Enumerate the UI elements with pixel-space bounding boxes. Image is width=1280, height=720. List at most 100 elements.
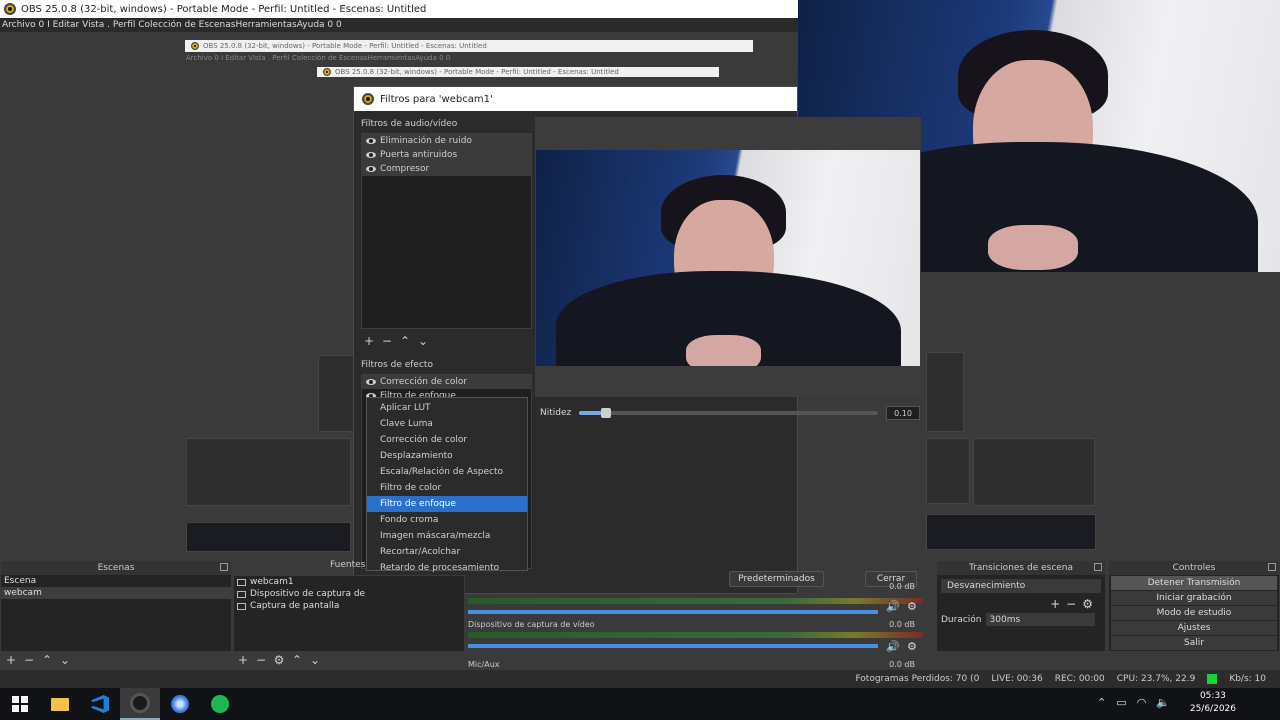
filter-item[interactable]: Corrección de color <box>362 375 531 389</box>
transition-settings-button[interactable]: ⚙ <box>1082 597 1093 611</box>
move-up-button[interactable]: ⌃ <box>41 653 53 667</box>
sharpness-slider[interactable] <box>579 408 878 418</box>
taskbar-obs[interactable] <box>120 688 160 720</box>
obs-logo-icon <box>362 93 374 105</box>
source-properties-button[interactable]: ⚙ <box>273 653 285 667</box>
taskbar-vscode[interactable] <box>80 688 120 720</box>
remove-transition-button[interactable]: − <box>1066 597 1076 611</box>
filter-item[interactable]: Puerta antiruidos <box>362 148 531 162</box>
transition-select[interactable]: Desvanecimiento <box>941 579 1101 593</box>
taskbar-browser[interactable] <box>160 688 200 720</box>
scenes-panel: Escenas Escena webcam <box>0 560 232 652</box>
context-menu-item[interactable]: Recortar/Acolchar <box>367 544 527 560</box>
filter-item[interactable]: Eliminación de ruido <box>362 134 531 148</box>
controls-panel: Controles Detener Transmisión Iniciar gr… <box>1108 560 1280 652</box>
gear-icon[interactable]: ⚙ <box>907 600 917 613</box>
audio-meter <box>468 598 923 604</box>
menu-bar-text[interactable]: Archivo 0 I Editar Vista . Perfil Colecc… <box>2 20 342 30</box>
context-menu-item[interactable]: Imagen máscara/mezcla <box>367 528 527 544</box>
source-label: Dispositivo de captura de <box>250 589 366 599</box>
stream-health-indicator <box>1207 674 1218 684</box>
context-menu-item[interactable]: Escala/Relación de Aspecto <box>367 464 527 480</box>
source-item[interactable]: webcam1 <box>234 576 464 588</box>
move-down-button[interactable]: ⌄ <box>309 653 321 667</box>
duration-input[interactable]: 300ms <box>985 613 1095 626</box>
person-hand <box>988 225 1078 270</box>
network-icon[interactable]: ▭ <box>1116 696 1126 709</box>
filter-label: Corrección de color <box>380 377 468 387</box>
obs-logo-icon <box>191 42 199 50</box>
scenes-panel-header: Escenas <box>1 561 231 575</box>
visibility-eye-icon[interactable] <box>366 166 376 172</box>
gear-icon[interactable]: ⚙ <box>907 640 917 653</box>
scene-item[interactable]: Escena <box>1 575 231 587</box>
scene-item[interactable]: webcam <box>1 587 231 599</box>
stop-streaming-button[interactable]: Detener Transmisión <box>1111 576 1277 590</box>
add-source-button[interactable]: + <box>237 653 249 667</box>
obs-icon <box>130 693 150 713</box>
move-down-button[interactable]: ⌄ <box>59 653 71 667</box>
filter-label: Eliminación de ruido <box>380 136 472 146</box>
context-menu-item[interactable]: Clave Luma <box>367 416 527 432</box>
context-menu-item[interactable]: Corrección de color <box>367 432 527 448</box>
add-scene-button[interactable]: + <box>5 653 17 667</box>
sources-panel: webcam1 Dispositivo de captura de Captur… <box>233 575 465 652</box>
add-transition-button[interactable]: + <box>1050 597 1060 611</box>
start-button[interactable] <box>0 688 40 720</box>
context-menu-item[interactable]: Retardo de procesamiento <box>367 560 527 576</box>
context-menu-item[interactable]: Aplicar LUT <box>367 400 527 416</box>
remove-filter-button[interactable]: − <box>381 334 393 348</box>
start-recording-button[interactable]: Iniciar grabación <box>1111 591 1277 605</box>
camera-icon <box>237 590 246 598</box>
menu-bar[interactable]: Archivo 0 I Editar Vista . Perfil Colecc… <box>0 18 798 32</box>
sharpness-slider-handle[interactable] <box>601 408 612 418</box>
context-menu-item[interactable]: Desplazamiento <box>367 448 527 464</box>
mixer-channel: Mic/Aux 0.0 dB <box>468 660 923 670</box>
defaults-button[interactable]: Predeterminados <box>729 571 824 587</box>
volume-icon[interactable]: 🔈 <box>1156 696 1170 709</box>
filter-label: Puerta antiruidos <box>380 150 458 160</box>
channel-label: Mic/Aux <box>468 660 500 669</box>
monitor-icon <box>237 602 246 610</box>
undock-icon[interactable] <box>1094 563 1102 571</box>
move-up-button[interactable]: ⌃ <box>399 334 411 348</box>
nested-titlebar: OBS 25.0.8 (32-bit, windows) - Portable … <box>185 40 753 52</box>
windows-icon <box>12 696 28 712</box>
volume-slider[interactable] <box>468 610 878 614</box>
taskbar-explorer[interactable] <box>40 688 80 720</box>
visibility-eye-icon[interactable] <box>366 138 376 144</box>
undock-icon[interactable] <box>1268 563 1276 571</box>
taskbar-clock[interactable]: 05:33 25/6/2026 <box>1190 690 1236 716</box>
context-menu-item[interactable]: Filtro de color <box>367 480 527 496</box>
exit-button[interactable]: Salir <box>1111 636 1277 650</box>
chevron-up-icon[interactable]: ⌃ <box>1097 696 1106 709</box>
speaker-icon[interactable]: 🔊 <box>886 600 900 613</box>
taskbar-spotify[interactable] <box>200 688 240 720</box>
nested-preview <box>318 355 354 432</box>
move-up-button[interactable]: ⌃ <box>291 653 303 667</box>
volume-slider[interactable] <box>468 644 878 648</box>
source-item[interactable]: Captura de pantalla <box>234 600 464 612</box>
context-menu-item[interactable]: Fondo croma <box>367 512 527 528</box>
sharpness-value-input[interactable]: 0.10 <box>886 406 920 420</box>
filter-item[interactable]: Compresor <box>362 162 531 176</box>
settings-button[interactable]: Ajustes <box>1111 621 1277 635</box>
wifi-icon[interactable]: ◠ <box>1137 696 1147 709</box>
studio-mode-button[interactable]: Modo de estudio <box>1111 606 1277 620</box>
context-menu-item[interactable]: Filtro de enfoque <box>367 496 527 512</box>
visibility-eye-icon[interactable] <box>366 152 376 158</box>
rec-timer: REC: 00:00 <box>1054 674 1105 684</box>
source-item[interactable]: Dispositivo de captura de <box>234 588 464 600</box>
nested-menu: Archivo 0 I Editar Vista . Perfil Colecc… <box>186 54 451 62</box>
speaker-icon[interactable]: 🔊 <box>886 640 900 653</box>
sharpness-setting: Nitidez 0.10 <box>540 405 920 421</box>
undock-icon[interactable] <box>220 563 228 571</box>
sources-title: Fuentes <box>330 560 366 570</box>
add-filter-button[interactable]: + <box>363 334 375 348</box>
remove-source-button[interactable]: − <box>255 653 267 667</box>
system-tray: ⌃ ▭ ◠ 🔈 <box>1097 696 1170 709</box>
move-down-button[interactable]: ⌄ <box>417 334 429 348</box>
channel-db: 0.0 dB <box>889 582 915 591</box>
visibility-eye-icon[interactable] <box>366 379 376 385</box>
remove-scene-button[interactable]: − <box>23 653 35 667</box>
